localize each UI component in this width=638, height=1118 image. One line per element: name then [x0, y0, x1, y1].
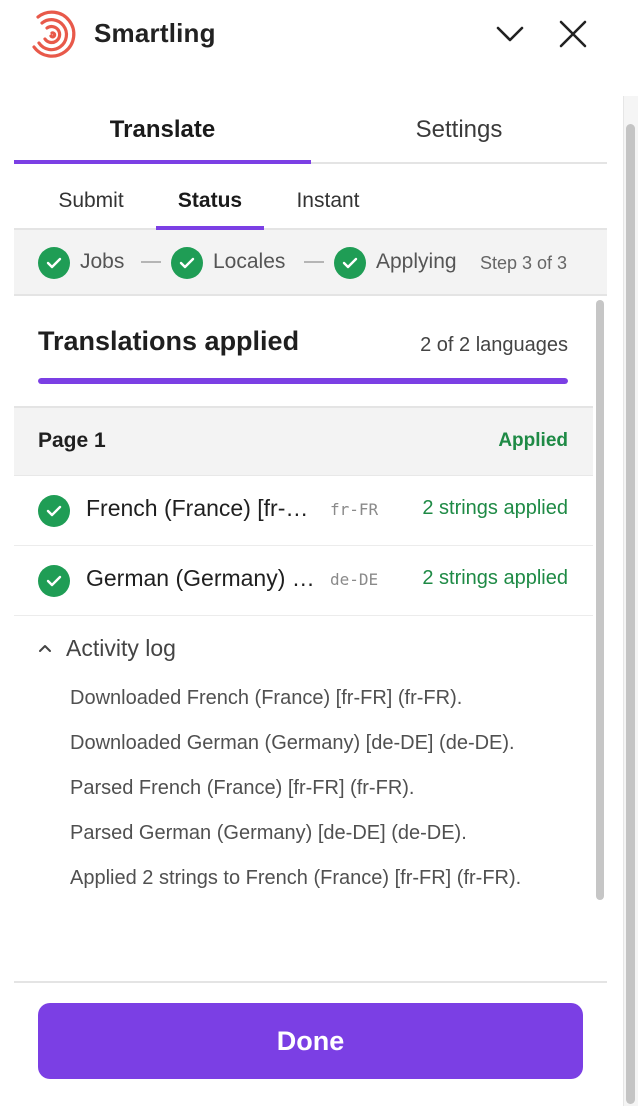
page-row: Page 1 Applied — [14, 406, 593, 476]
header: Smartling — [0, 0, 638, 70]
smartling-logo-icon — [32, 10, 76, 58]
check-circle-icon — [38, 495, 70, 527]
content-scrollbar-thumb[interactable] — [596, 300, 604, 900]
tab-translate[interactable]: Translate — [14, 96, 311, 164]
close-icon — [559, 20, 587, 48]
language-status: 2 strings applied — [422, 497, 568, 519]
activity-log-toggle[interactable]: Activity log — [38, 632, 176, 664]
log-item: Downloaded French (France) [fr-FR] (fr-F… — [70, 687, 463, 709]
app-title: Smartling — [94, 18, 216, 48]
tab-submit[interactable]: Submit — [44, 172, 138, 230]
activity-log-list: Downloaded French (France) [fr-FR] (fr-F… — [70, 682, 570, 907]
progress-bar — [38, 378, 568, 384]
log-item: Parsed German (Germany) [de-DE] (de-DE). — [70, 822, 467, 844]
language-name: German (Germany) [de-DE] — [86, 565, 318, 591]
progress-bar-fill — [38, 378, 568, 384]
tab-settings[interactable]: Settings — [311, 96, 607, 164]
language-row-de: German (Germany) [de-DE] de-DE 2 strings… — [14, 546, 593, 616]
language-status: 2 strings applied — [422, 567, 568, 589]
progress-stepper: Jobs Locales Applying Step 3 of 3 — [14, 230, 607, 296]
log-item: Parsed French (France) [fr-FR] (fr-FR). — [70, 777, 415, 799]
done-button[interactable]: Done — [38, 1003, 583, 1079]
log-item: Applied 2 strings to French (France) [fr… — [70, 867, 522, 889]
step-applying: Applying — [376, 250, 457, 273]
section-title: Translations applied — [38, 326, 300, 356]
check-circle-icon — [334, 247, 366, 279]
language-row-fr: French (France) [fr-FR] fr-FR 2 strings … — [14, 476, 593, 546]
page-name: Page 1 — [38, 429, 106, 452]
sub-tabs: Submit Status Instant — [14, 172, 607, 230]
languages-count: 2 of 2 languages — [420, 334, 568, 356]
active-tab-indicator — [14, 160, 311, 164]
chevron-up-icon — [39, 645, 51, 652]
activity-log-label: Activity log — [66, 634, 176, 661]
log-item: Downloaded German (Germany) [de-DE] (de-… — [70, 732, 515, 754]
page-status: Applied — [498, 430, 568, 451]
chevron-down-icon — [496, 26, 524, 42]
check-circle-icon — [38, 565, 70, 597]
collapse-button[interactable] — [490, 14, 530, 54]
close-button[interactable] — [553, 14, 593, 54]
step-divider — [304, 261, 324, 263]
language-name: French (France) [fr-FR] — [86, 495, 318, 521]
step-divider — [141, 261, 161, 263]
step-counter: Step 3 of 3 — [480, 253, 568, 273]
check-circle-icon — [171, 247, 203, 279]
check-circle-icon — [38, 247, 70, 279]
main-tabs: Translate Settings — [14, 96, 607, 164]
tab-status[interactable]: Status — [156, 172, 264, 230]
language-code: fr-FR — [330, 500, 379, 519]
status-content: Translations applied 2 of 2 languages Pa… — [14, 296, 607, 981]
tab-instant[interactable]: Instant — [280, 172, 376, 230]
footer: Done — [14, 981, 607, 1118]
panel-scrollbar-thumb[interactable] — [626, 124, 635, 1104]
language-code: de-DE — [330, 570, 379, 589]
step-locales: Locales — [213, 250, 286, 273]
step-jobs: Jobs — [80, 250, 125, 273]
